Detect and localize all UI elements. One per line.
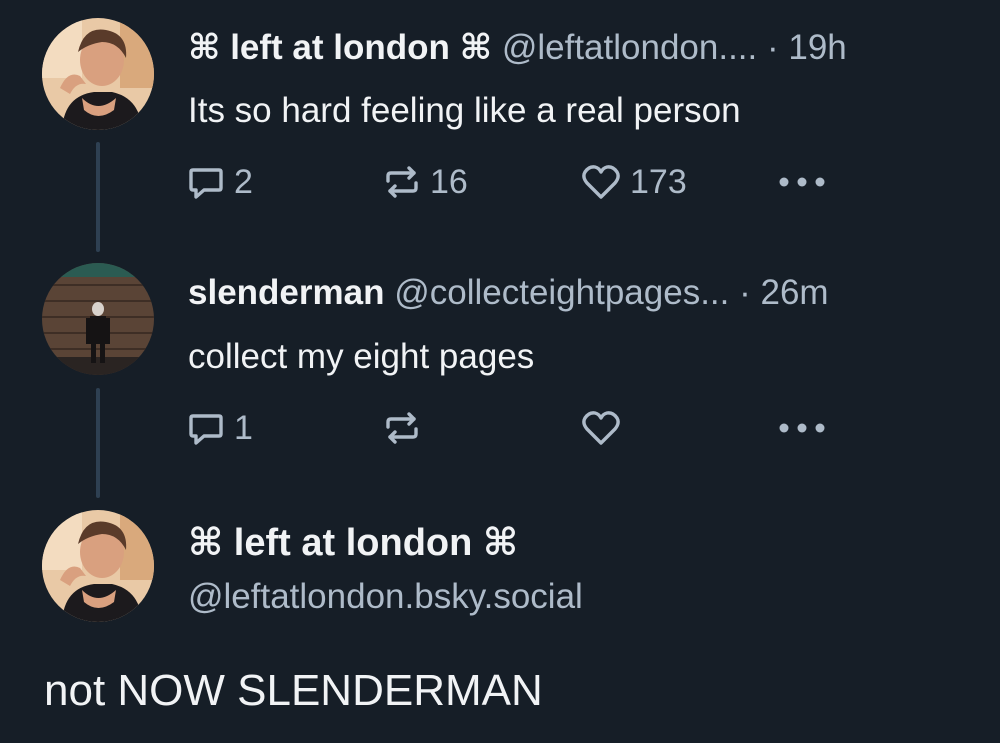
- repost-count: 16: [430, 162, 468, 201]
- post-header: slenderman @collecteightpages... · 26m: [188, 273, 829, 313]
- separator-dot: ·: [766, 28, 779, 67]
- more-options-button[interactable]: [778, 160, 826, 204]
- thread-line: [96, 388, 100, 498]
- post-header: ⌘ left at london ⌘ @leftatlondon.... · 1…: [188, 28, 847, 68]
- repost-arrows-icon: [382, 162, 422, 202]
- like-count: 173: [630, 162, 687, 201]
- repost-button[interactable]: [382, 406, 430, 450]
- separator-dot: ·: [739, 273, 751, 312]
- more-dots-icon: [778, 176, 826, 188]
- avatar[interactable]: [42, 263, 154, 375]
- timestamp[interactable]: 19h: [788, 28, 846, 67]
- more-dots-icon: [778, 422, 826, 434]
- display-name[interactable]: slenderman: [188, 273, 384, 312]
- timestamp[interactable]: 26m: [761, 273, 829, 312]
- post-text: Its so hard feeling like a real person: [188, 91, 741, 130]
- thread-line: [96, 142, 100, 252]
- heart-icon: [580, 162, 622, 202]
- speech-bubble-icon: [186, 408, 226, 448]
- reply-count: 2: [234, 162, 253, 201]
- post-text: collect my eight pages: [188, 337, 535, 376]
- handle[interactable]: @collecteightpages...: [394, 273, 729, 312]
- avatar[interactable]: [42, 18, 154, 130]
- repost-button[interactable]: 16: [382, 160, 468, 204]
- post-text: not NOW SLENDERMAN: [44, 666, 543, 715]
- handle[interactable]: @leftatlondon.bsky.social: [188, 577, 583, 617]
- reply-button[interactable]: 1: [186, 406, 253, 450]
- like-button[interactable]: [580, 406, 630, 450]
- avatar[interactable]: [42, 510, 154, 622]
- like-button[interactable]: 173: [580, 160, 687, 204]
- reply-button[interactable]: 2: [186, 160, 253, 204]
- repost-arrows-icon: [382, 408, 422, 448]
- post-actions: 2 16 173: [186, 160, 846, 204]
- display-name[interactable]: ⌘ left at london ⌘: [188, 522, 518, 564]
- more-options-button[interactable]: [778, 406, 826, 450]
- handle[interactable]: @leftatlondon....: [502, 28, 757, 67]
- speech-bubble-icon: [186, 162, 226, 202]
- reply-count: 1: [234, 408, 253, 447]
- display-name[interactable]: ⌘ left at london ⌘: [188, 28, 492, 67]
- heart-icon: [580, 408, 622, 448]
- post-actions: 1: [186, 406, 846, 450]
